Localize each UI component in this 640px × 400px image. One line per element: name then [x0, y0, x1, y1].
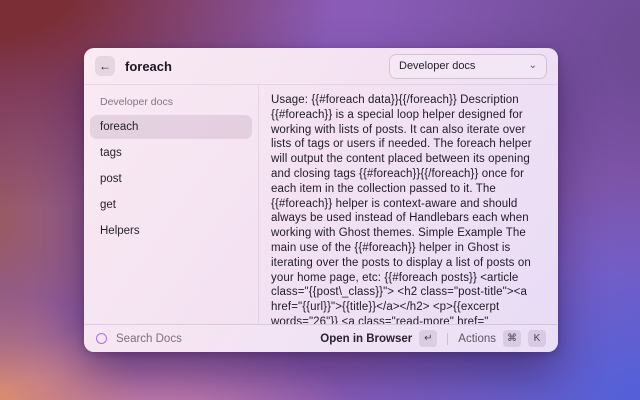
chevron-down-icon: ⌄	[528, 60, 537, 71]
arrow-left-icon: ←	[99, 59, 111, 73]
sidebar-item-helpers[interactable]: Helpers	[90, 219, 252, 243]
desktop-background: ← foreach Developer docs ⌄ Developer doc…	[0, 0, 640, 400]
sidebar-item-post[interactable]: post	[90, 167, 252, 191]
search-docs-input[interactable]: Search Docs	[116, 333, 182, 345]
command-key-icon[interactable]: ⌘	[503, 330, 521, 347]
doc-body-text: Usage: {{#foreach data}}{{/foreach}} Des…	[271, 94, 532, 324]
back-button[interactable]: ←	[95, 56, 115, 76]
sidebar-item-label: tags	[100, 147, 122, 159]
sidebar: Developer docs foreach tags post get Hel…	[84, 85, 259, 324]
sidebar-item-label: post	[100, 173, 122, 185]
sidebar-section-label: Developer docs	[100, 96, 173, 108]
docs-source-value: Developer docs	[399, 60, 476, 72]
page-title: foreach	[125, 58, 172, 74]
k-key-icon[interactable]: K	[528, 330, 546, 347]
search-ring-icon	[96, 333, 107, 344]
open-in-browser-button[interactable]: Open in Browser	[320, 333, 412, 345]
footer-bar: Search Docs Open in Browser ↵ Actions ⌘ …	[84, 324, 558, 352]
window-body: Developer docs foreach tags post get Hel…	[84, 84, 558, 324]
docs-window: ← foreach Developer docs ⌄ Developer doc…	[84, 48, 558, 352]
sidebar-item-label: Helpers	[100, 225, 140, 237]
doc-content-pane[interactable]: Usage: {{#foreach data}}{{/foreach}} Des…	[259, 85, 558, 324]
sidebar-item-tags[interactable]: tags	[90, 141, 252, 165]
docs-source-dropdown[interactable]: Developer docs ⌄	[389, 53, 547, 79]
sidebar-item-foreach[interactable]: foreach	[90, 115, 252, 139]
sidebar-item-label: foreach	[100, 121, 139, 133]
sidebar-item-get[interactable]: get	[90, 193, 252, 217]
enter-key-icon[interactable]: ↵	[419, 330, 438, 347]
footer-divider	[447, 332, 449, 345]
footer-actions: Open in Browser ↵ Actions ⌘ K	[320, 330, 546, 347]
actions-button[interactable]: Actions	[458, 333, 496, 345]
sidebar-item-label: get	[100, 199, 116, 211]
window-titlebar: ← foreach Developer docs ⌄	[84, 48, 558, 84]
